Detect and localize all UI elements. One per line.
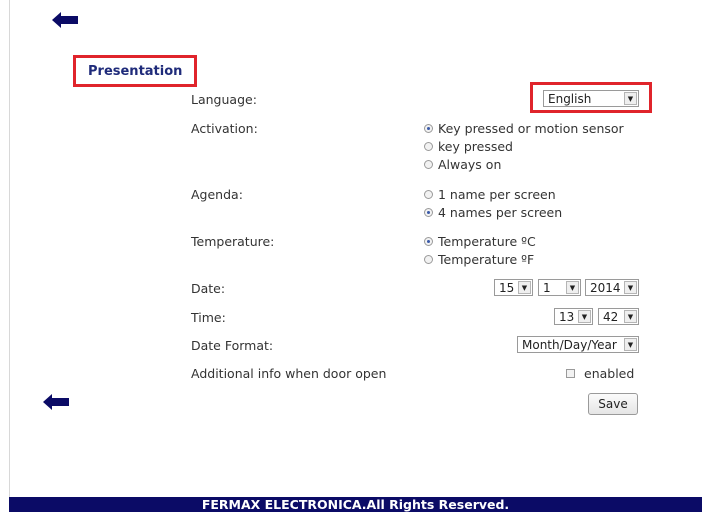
option-label: 1 name per screen bbox=[438, 187, 556, 202]
chevron-down-icon: ▼ bbox=[624, 338, 637, 351]
activation-option-motion[interactable]: Key pressed or motion sensor bbox=[424, 121, 624, 136]
chevron-down-icon: ▼ bbox=[518, 281, 531, 294]
chevron-down-icon: ▼ bbox=[624, 92, 637, 105]
radio-icon[interactable] bbox=[424, 237, 433, 246]
date-format-label: Date Format: bbox=[191, 338, 274, 353]
date-year-value: 2014 bbox=[590, 280, 621, 295]
back-arrow-icon[interactable] bbox=[52, 12, 78, 28]
temperature-option-c[interactable]: Temperature ºC bbox=[424, 234, 536, 249]
option-label: 4 names per screen bbox=[438, 205, 563, 220]
time-hour-value: 13 bbox=[559, 309, 575, 324]
option-label: Key pressed or motion sensor bbox=[438, 121, 624, 136]
time-minute-select[interactable]: 42 ▼ bbox=[598, 308, 639, 325]
radio-icon[interactable] bbox=[424, 255, 433, 264]
back-arrow-icon[interactable] bbox=[43, 394, 69, 410]
activation-option-always[interactable]: Always on bbox=[424, 157, 501, 172]
door-info-label: Additional info when door open bbox=[191, 366, 387, 381]
language-value: English bbox=[548, 91, 592, 106]
footer: FERMAX ELECTRONICA.All Rights Reserved. bbox=[9, 497, 702, 512]
agenda-option-4[interactable]: 4 names per screen bbox=[424, 205, 562, 220]
date-month-select[interactable]: 1 ▼ bbox=[538, 279, 581, 296]
radio-icon[interactable] bbox=[424, 208, 433, 217]
left-border bbox=[9, 0, 10, 497]
chevron-down-icon: ▼ bbox=[624, 281, 637, 294]
radio-icon[interactable] bbox=[424, 142, 433, 151]
temperature-option-f[interactable]: Temperature ºF bbox=[424, 252, 534, 267]
chevron-down-icon: ▼ bbox=[578, 310, 591, 323]
activation-label: Activation: bbox=[191, 121, 258, 136]
activation-option-key[interactable]: key pressed bbox=[424, 139, 513, 154]
date-day-value: 15 bbox=[499, 280, 515, 295]
language-label: Language: bbox=[191, 92, 257, 107]
checkbox[interactable] bbox=[566, 369, 575, 378]
option-label: key pressed bbox=[438, 139, 513, 154]
radio-icon[interactable] bbox=[424, 124, 433, 133]
date-format-value: Month/Day/Year bbox=[522, 337, 617, 352]
date-day-select[interactable]: 15 ▼ bbox=[494, 279, 533, 296]
section-title: Presentation bbox=[88, 64, 183, 79]
time-minute-value: 42 bbox=[603, 309, 619, 324]
date-year-select[interactable]: 2014 ▼ bbox=[585, 279, 639, 296]
chevron-down-icon: ▼ bbox=[624, 310, 637, 323]
temperature-label: Temperature: bbox=[191, 234, 275, 249]
save-button[interactable]: Save bbox=[588, 393, 638, 415]
radio-icon[interactable] bbox=[424, 190, 433, 199]
agenda-label: Agenda: bbox=[191, 187, 243, 202]
chevron-down-icon: ▼ bbox=[566, 281, 579, 294]
time-hour-select[interactable]: 13 ▼ bbox=[554, 308, 593, 325]
date-month-value: 1 bbox=[543, 280, 551, 295]
option-label: Temperature ºC bbox=[438, 234, 536, 249]
agenda-option-1[interactable]: 1 name per screen bbox=[424, 187, 556, 202]
checkbox-label: enabled bbox=[584, 366, 635, 381]
option-label: Temperature ºF bbox=[438, 252, 535, 267]
date-label: Date: bbox=[191, 281, 226, 296]
radio-icon[interactable] bbox=[424, 160, 433, 169]
date-format-select[interactable]: Month/Day/Year ▼ bbox=[517, 336, 639, 353]
option-label: Always on bbox=[438, 157, 502, 172]
time-label: Time: bbox=[191, 310, 226, 325]
language-select[interactable]: English ▼ bbox=[543, 90, 639, 107]
door-info-enabled[interactable]: enabled bbox=[566, 366, 634, 381]
